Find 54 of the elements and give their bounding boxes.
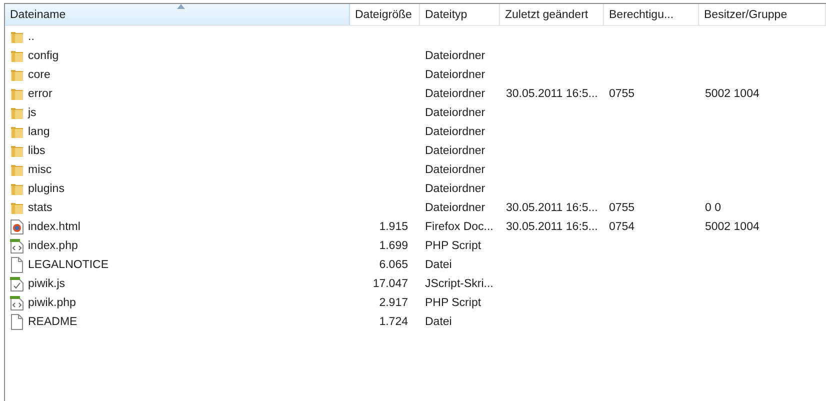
file-type: Dateiordner xyxy=(425,182,486,194)
file-name[interactable]: libs xyxy=(28,144,46,156)
file-icon xyxy=(9,314,25,330)
file-size: 17.047 xyxy=(372,278,408,290)
file-name[interactable]: error xyxy=(28,88,52,100)
file-type: Firefox Doc... xyxy=(425,220,494,232)
file-name[interactable]: .. xyxy=(28,30,34,42)
permissions: 0754 xyxy=(609,220,635,232)
file-type: JScript-Skri... xyxy=(425,278,494,290)
file-name[interactable]: core xyxy=(28,68,50,80)
file-name[interactable]: misc xyxy=(28,164,52,176)
modified-date: 30.05.2011 16:5... xyxy=(506,220,598,232)
file-name[interactable]: index.html xyxy=(28,220,80,232)
file-name[interactable]: index.php xyxy=(28,240,78,252)
file-name[interactable]: js xyxy=(28,106,36,118)
file-type: Dateiordner xyxy=(425,164,486,176)
file-type: Dateiordner xyxy=(425,126,486,138)
file-type: Datei xyxy=(425,316,452,328)
file-type: Dateiordner xyxy=(425,106,486,118)
script-file-icon xyxy=(9,276,25,292)
column-header[interactable]: Dateiname xyxy=(5,4,350,25)
file-size: 2.917 xyxy=(379,296,408,308)
permissions: 0755 xyxy=(609,88,635,100)
file-name[interactable]: lang xyxy=(28,126,50,138)
modified-date: 30.05.2011 16:5... xyxy=(506,202,598,214)
file-type: Dateiordner xyxy=(425,88,486,100)
file-name[interactable]: plugins xyxy=(28,182,64,194)
file-name[interactable]: config xyxy=(28,50,59,62)
file-name[interactable]: stats xyxy=(28,202,52,214)
file-type: Dateiordner xyxy=(425,144,486,156)
file-size: 6.065 xyxy=(379,258,408,270)
file-icon xyxy=(9,256,25,272)
file-type: Dateiordner xyxy=(425,68,486,80)
web-page-icon xyxy=(9,218,25,234)
script-file-icon xyxy=(9,238,25,254)
permissions: 0755 xyxy=(609,202,635,214)
script-file-icon xyxy=(9,294,25,310)
modified-date: 30.05.2011 16:5... xyxy=(506,88,598,100)
file-name[interactable]: LEGALNOTICE xyxy=(28,258,109,270)
owner-group: 0 0 xyxy=(705,202,721,214)
file-name[interactable]: README xyxy=(28,316,78,328)
file-size: 1.699 xyxy=(379,240,408,252)
file-type: Dateiordner xyxy=(425,202,486,214)
file-type: Datei xyxy=(425,258,452,270)
file-size: 1.724 xyxy=(379,316,408,328)
owner-group: 5002 1004 xyxy=(705,88,760,100)
file-type: PHP Script xyxy=(425,240,482,252)
file-size: 1.915 xyxy=(379,220,408,232)
owner-group: 5002 1004 xyxy=(705,220,760,232)
file-name[interactable]: piwik.php xyxy=(28,296,76,308)
file-type: PHP Script xyxy=(425,296,482,308)
file-name[interactable]: piwik.js xyxy=(28,278,66,290)
file-type: Dateiordner xyxy=(425,50,486,62)
sort-caret-icon xyxy=(177,4,185,9)
